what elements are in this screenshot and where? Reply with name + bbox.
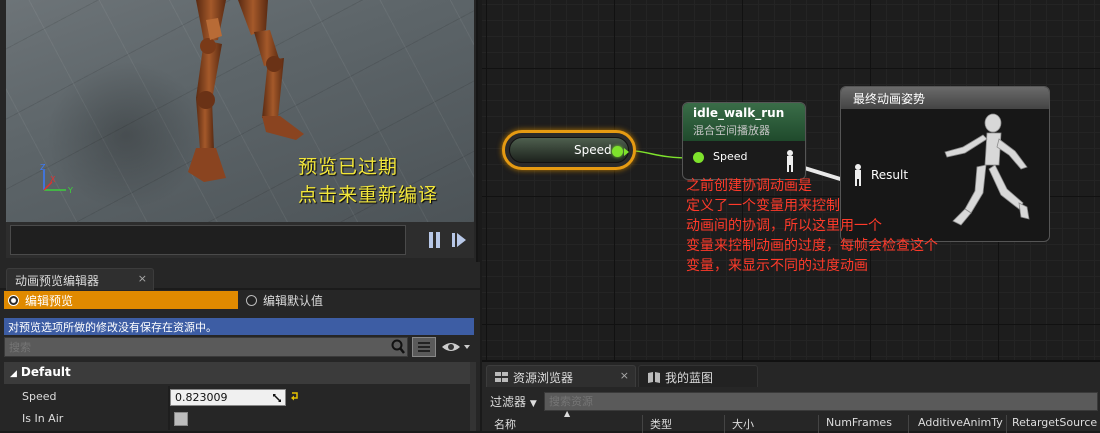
tab-asset-browser[interactable]: 资源浏览器 ×: [486, 365, 636, 387]
my-blueprint-tab-label: 我的蓝图: [665, 371, 714, 385]
unsaved-notice: 对预览选项所做的修改没有保存在资源中。: [4, 318, 474, 335]
tab-my-blueprint[interactable]: 我的蓝图: [638, 365, 758, 387]
blend-node-subtitle: 混合空间播放器: [693, 124, 770, 137]
speed-variable-node[interactable]: Speed: [502, 130, 636, 170]
speed-value-field[interactable]: 0.823009: [170, 389, 286, 406]
collapse-arrow-icon[interactable]: ◢: [10, 369, 17, 379]
column-divider[interactable]: [724, 415, 725, 433]
details-tab-bar: 动画预览编辑器 ×: [0, 268, 480, 290]
column-name[interactable]: 名称: [494, 416, 516, 432]
annotation-note: 之前创建协调动画是 定义了一个变量用来控制 动画间的协调，所以这里用一个 变量来…: [686, 178, 938, 274]
radio-unselected-icon: [246, 295, 257, 306]
preview-viewport[interactable]: 预览已过期 点击来重新编译 Z X Y: [0, 0, 478, 262]
timeline-scrubber[interactable]: [10, 225, 406, 255]
details-scrollbar[interactable]: [470, 362, 476, 431]
tab-label: 动画预览编辑器: [15, 274, 100, 288]
viewport-playback-bar: [6, 222, 474, 258]
running-mannequin-icon: [944, 113, 1030, 226]
radio-selected-icon: [8, 295, 19, 306]
default-section-header[interactable]: ◢ Default: [4, 362, 474, 384]
list-view-icon: [418, 342, 430, 352]
tab-anim-preview-editor[interactable]: 动画预览编辑器 ×: [6, 268, 154, 290]
pose-output-pin-icon[interactable]: [783, 149, 797, 173]
axis-z-label: Z: [40, 163, 46, 172]
column-divider[interactable]: [1006, 415, 1007, 433]
axis-gizmo-icon: Z X Y: [40, 163, 73, 195]
viewport-scene[interactable]: 预览已过期 点击来重新编译 Z X Y: [6, 0, 474, 222]
edit-preview-label: 编辑预览: [25, 294, 74, 308]
details-search-row: [4, 337, 474, 357]
asset-browser-tab-label: 资源浏览器: [513, 371, 574, 385]
blend-speed-pin-label: Speed: [713, 150, 748, 163]
step-forward-icon[interactable]: [450, 230, 468, 250]
column-divider[interactable]: [168, 408, 170, 430]
list-view-button[interactable]: [412, 337, 436, 357]
speed-node-label: Speed: [574, 143, 612, 157]
column-divider[interactable]: [642, 415, 643, 433]
edit-defaults-radio[interactable]: 编辑默认值: [244, 291, 474, 309]
blend-speed-input-pin[interactable]: [693, 152, 704, 163]
column-numframes[interactable]: NumFrames: [826, 416, 892, 429]
click-to-recompile-text[interactable]: 点击来重新编译: [298, 180, 438, 207]
speed-property-label: Speed: [22, 390, 57, 403]
column-type[interactable]: 类型: [650, 416, 672, 432]
is-in-air-checkbox[interactable]: [174, 412, 188, 426]
close-icon[interactable]: ×: [620, 369, 629, 382]
column-divider[interactable]: [908, 415, 909, 433]
anim-graph-canvas[interactable]: Speed idle_walk_run 混合空间播放器 Speed 最终动画姿势…: [482, 0, 1100, 360]
speed-node-body: Speed: [509, 137, 629, 163]
asset-browser-icon: [495, 372, 508, 382]
close-icon[interactable]: ×: [138, 272, 147, 285]
column-additive-anim-type[interactable]: AdditiveAnimTy: [918, 416, 1003, 429]
asset-search-input[interactable]: [544, 392, 1098, 411]
asset-column-header: 名称 ▲ 类型 大小 NumFrames AdditiveAnimTy Reta…: [490, 409, 1100, 433]
is-in-air-property-row: Is In Air: [4, 408, 468, 430]
blendspace-player-node[interactable]: idle_walk_run 混合空间播放器 Speed: [682, 102, 806, 180]
edit-defaults-label: 编辑默认值: [263, 294, 324, 308]
blend-node-header: idle_walk_run 混合空间播放器: [683, 103, 805, 141]
axis-y-label: Y: [67, 186, 73, 195]
column-retarget-source[interactable]: RetargetSource: [1012, 416, 1097, 429]
book-icon: [648, 372, 660, 383]
search-icon[interactable]: [390, 339, 406, 355]
axis-x-label: X: [50, 175, 56, 184]
chevron-down-icon: ▼: [529, 399, 537, 409]
eye-icon[interactable]: [440, 337, 472, 357]
column-divider[interactable]: [818, 415, 819, 433]
column-size[interactable]: 大小: [732, 416, 754, 432]
filter-label: 过滤器: [490, 395, 527, 409]
section-title: Default: [20, 365, 71, 379]
pin-arrow-icon: [624, 148, 629, 156]
speed-output-pin[interactable]: [612, 146, 623, 157]
anim-preview-editor-panel: 动画预览编辑器 × 编辑预览 编辑默认值 对预览选项所做的修改没有保存在资源中。…: [0, 262, 480, 431]
reset-to-default-icon[interactable]: [290, 390, 300, 402]
edit-preview-radio[interactable]: 编辑预览: [4, 291, 238, 309]
content-browser-panel: 资源浏览器 × 我的蓝图 过滤器 ▼ 名称 ▲ 类型 大小 NumFrames …: [482, 360, 1100, 433]
speed-property-row: Speed 0.823009: [4, 386, 468, 408]
preview-expired-text[interactable]: 预览已过期: [298, 152, 398, 179]
drag-resize-icon[interactable]: [272, 393, 282, 403]
details-search-input[interactable]: [4, 337, 408, 357]
speed-value: 0.823009: [175, 391, 228, 404]
blend-node-title: idle_walk_run: [693, 106, 785, 120]
filter-dropdown[interactable]: 过滤器 ▼: [490, 393, 537, 411]
sort-arrow-icon: ▲: [564, 409, 571, 418]
pause-icon[interactable]: [426, 230, 444, 250]
final-pose-header: 最终动画姿势: [841, 87, 1049, 109]
is-in-air-property-label: Is In Air: [22, 412, 64, 425]
